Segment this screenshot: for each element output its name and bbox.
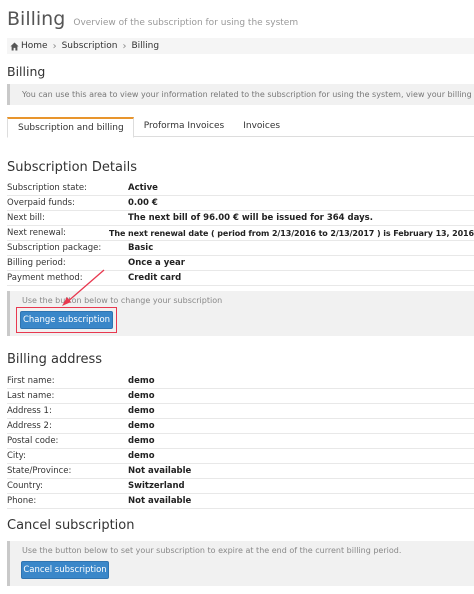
address-value: Not available	[128, 496, 192, 506]
address-label: Country:	[7, 481, 44, 491]
detail-value: The next bill of 96.00 € will be issued …	[128, 213, 373, 223]
tab-bar: Subscription and billing Proforma Invoic…	[7, 117, 474, 138]
address-value: demo	[128, 406, 155, 416]
page-subtitle: Overview of the subscription for using t…	[73, 18, 299, 28]
detail-label: Next renewal:	[7, 228, 67, 238]
tab-subscription-and-billing[interactable]: Subscription and billing	[7, 117, 134, 138]
address-row: Address 2: demo	[7, 419, 474, 434]
address-value: demo	[128, 376, 155, 386]
cancel-subscription-hint: Use the button below to set your subscri…	[22, 546, 402, 555]
breadcrumb-billing: Billing	[131, 41, 160, 51]
section-title: Billing	[7, 64, 46, 79]
billing-address-title: Billing address	[7, 352, 103, 367]
address-row: State/Province: Not available	[7, 464, 474, 479]
address-label: State/Province:	[7, 466, 72, 476]
detail-value: 0.00 €	[128, 198, 158, 208]
address-row: Country: Switzerland	[7, 479, 474, 494]
detail-value: Basic	[128, 243, 154, 253]
page-header: Billing Overview of the subscription for…	[7, 8, 298, 30]
address-value: Switzerland	[128, 481, 185, 491]
chevron-right-icon: ›	[52, 40, 57, 52]
info-box: You can use this area to view your infor…	[7, 84, 474, 105]
breadcrumb-subscription[interactable]: Subscription	[62, 41, 118, 51]
address-row: Postal code: demo	[7, 434, 474, 449]
subscription-details-title: Subscription Details	[7, 160, 137, 175]
address-label: City:	[7, 451, 26, 461]
address-value: Not available	[128, 466, 192, 476]
cancel-subscription-button[interactable]: Cancel subscription	[21, 561, 109, 579]
address-label: Address 1:	[7, 406, 52, 416]
address-row: Address 1: demo	[7, 404, 474, 419]
detail-row: Overpaid funds: 0.00 €	[7, 196, 474, 211]
breadcrumb: Home › Subscription › Billing	[7, 38, 474, 54]
chevron-right-icon: ›	[122, 40, 127, 52]
address-label: First name:	[7, 376, 55, 386]
address-label: Last name:	[7, 391, 55, 401]
address-value: demo	[128, 436, 155, 446]
detail-value: Active	[128, 183, 158, 193]
address-row: Phone: Not available	[7, 494, 474, 509]
detail-label: Next bill:	[7, 213, 45, 223]
tab-proforma-invoices[interactable]: Proforma Invoices	[134, 117, 234, 137]
tab-invoices[interactable]: Invoices	[233, 117, 289, 137]
address-label: Phone:	[7, 496, 37, 506]
address-value: demo	[128, 421, 155, 431]
address-label: Postal code:	[7, 436, 59, 446]
detail-value: Credit card	[128, 273, 182, 283]
detail-label: Subscription package:	[7, 243, 102, 253]
address-row: Last name: demo	[7, 389, 474, 404]
detail-row: Subscription state: Active	[7, 181, 474, 196]
detail-row: Next renewal: The next renewal date ( pe…	[7, 226, 474, 241]
address-label: Address 2:	[7, 421, 52, 431]
address-row: First name: demo	[7, 374, 474, 389]
detail-label: Subscription state:	[7, 183, 87, 193]
detail-row: Payment method: Credit card	[7, 271, 474, 286]
breadcrumb-home[interactable]: Home	[21, 41, 48, 51]
page-title: Billing	[7, 8, 66, 30]
address-row: City: demo	[7, 449, 474, 464]
cancel-subscription-title: Cancel subscription	[7, 518, 135, 533]
detail-label: Payment method:	[7, 273, 83, 283]
detail-label: Billing period:	[7, 258, 66, 268]
detail-row: Subscription package: Basic	[7, 241, 474, 256]
annotation-highlight	[16, 307, 117, 333]
detail-value: Once a year	[128, 258, 185, 268]
detail-row: Billing period: Once a year	[7, 256, 474, 271]
detail-value: The next renewal date ( period from 2/13…	[109, 228, 474, 238]
change-subscription-hint: Use the button below to change your subs…	[22, 296, 223, 305]
address-value: demo	[128, 451, 155, 461]
detail-row: Next bill: The next bill of 96.00 € will…	[7, 211, 474, 226]
detail-label: Overpaid funds:	[7, 198, 75, 208]
home-icon[interactable]	[10, 41, 19, 51]
address-value: demo	[128, 391, 155, 401]
